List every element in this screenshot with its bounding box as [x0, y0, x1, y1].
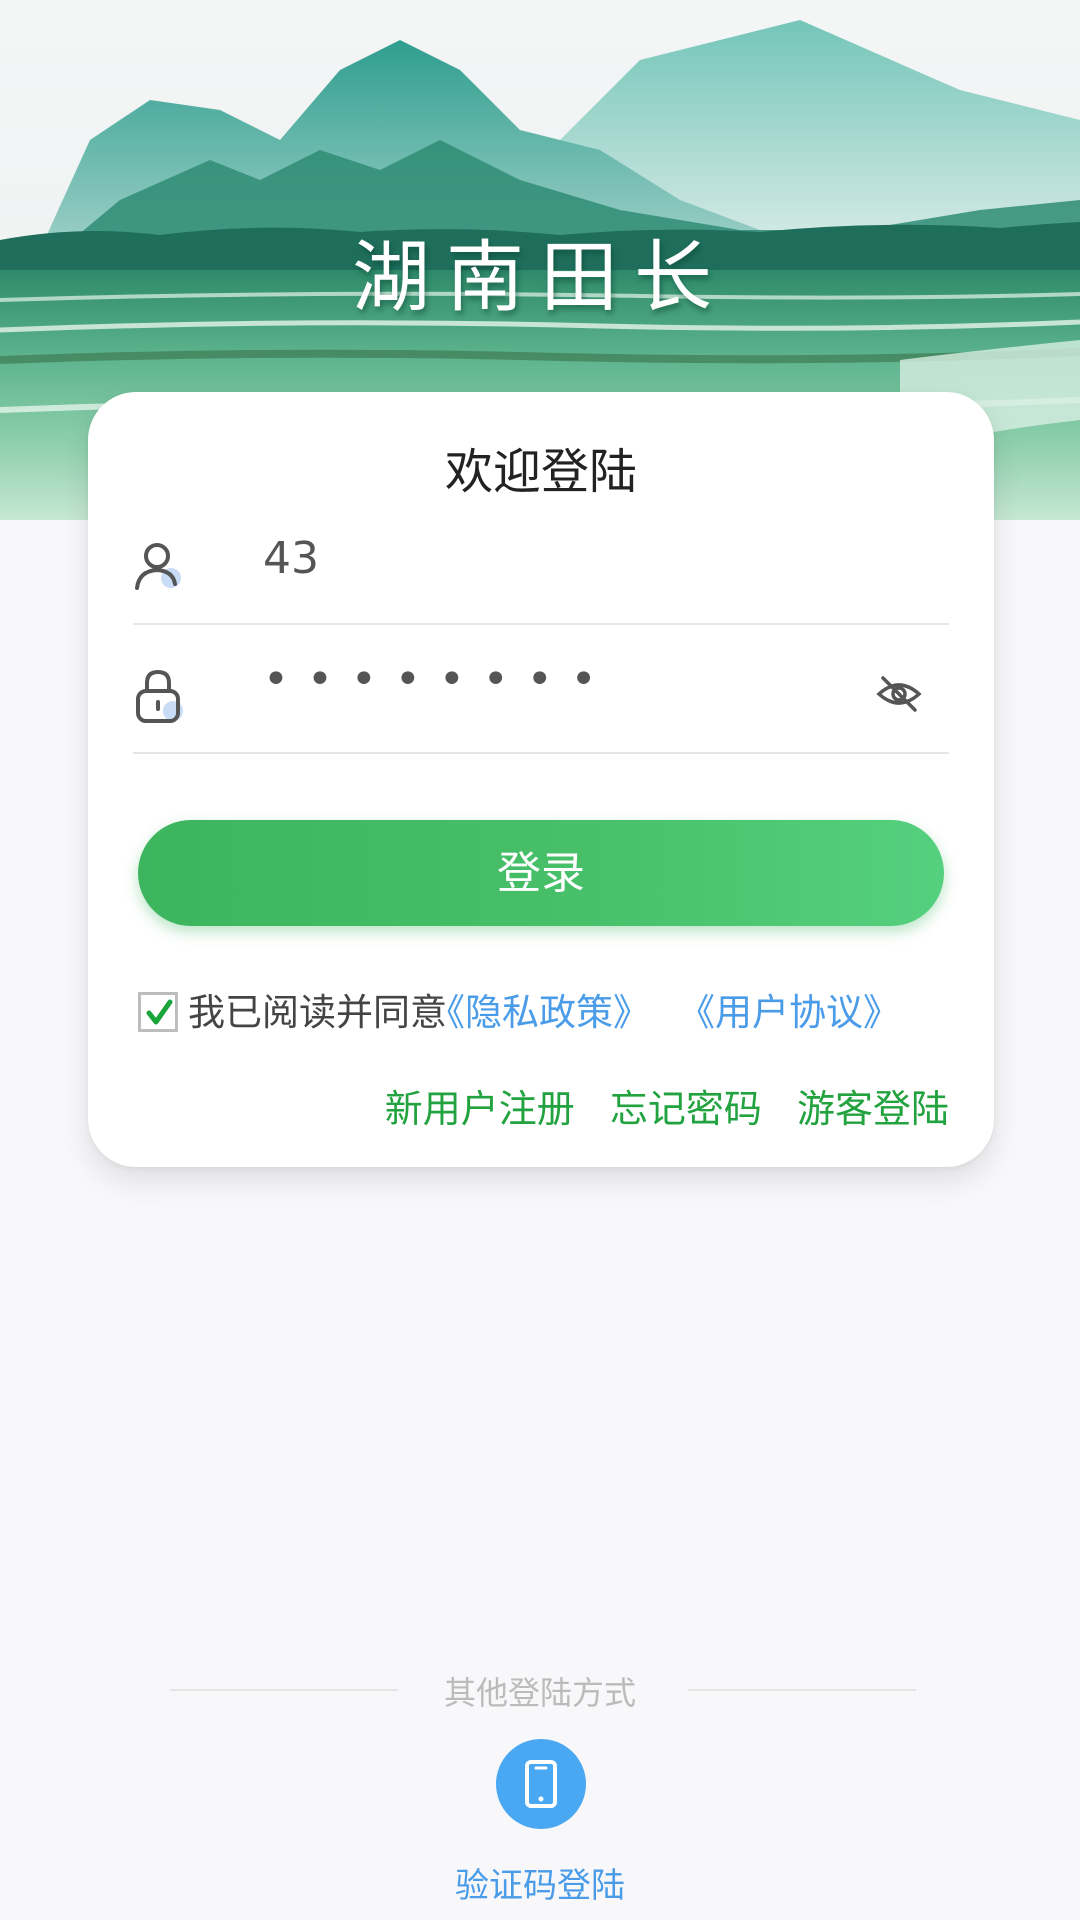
sms-login-label[interactable]: 验证码登陆 — [0, 1858, 1080, 1907]
guest-login-link[interactable]: 游客登陆 — [797, 1078, 949, 1133]
other-login-heading: 其他登陆方式 — [443, 1674, 636, 1712]
agreement-checkbox[interactable] — [138, 992, 178, 1032]
password-value: •••••••• — [263, 654, 615, 705]
privacy-policy-link[interactable]: 《隐私政策》 — [428, 982, 650, 1036]
user-icon — [135, 543, 181, 590]
sms-login-button[interactable] — [496, 1739, 586, 1829]
app-title: 湖南田长 — [351, 233, 728, 323]
check-icon — [146, 999, 173, 1025]
register-link[interactable]: 新用户注册 — [385, 1078, 575, 1133]
account-links-row: 新用户注册 忘记密码 游客登陆 — [355, 1078, 949, 1138]
other-login-divider: 其他登陆方式 — [0, 1664, 1080, 1714]
username-field[interactable]: 43 — [133, 503, 949, 625]
divider-line-right — [688, 1689, 916, 1691]
username-value: 43 — [263, 533, 319, 584]
forgot-password-link[interactable]: 忘记密码 — [610, 1078, 762, 1133]
welcome-title: 欢迎登陆 — [444, 444, 637, 500]
password-field[interactable]: •••••••• — [133, 632, 949, 754]
login-screen: 湖南田长 欢迎登陆 登录 我已阅读并同意 《隐私政策》 《用户协议》 新用户注册… — [0, 0, 1080, 1920]
agreement-text: 我已阅读并同意 — [188, 991, 447, 1034]
login-button[interactable]: 登录 — [138, 820, 944, 926]
phone-icon — [525, 1760, 557, 1808]
user-agreement-link[interactable]: 《用户协议》 — [678, 982, 900, 1036]
lock-icon — [136, 669, 183, 723]
eye-off-icon[interactable] — [875, 670, 923, 718]
